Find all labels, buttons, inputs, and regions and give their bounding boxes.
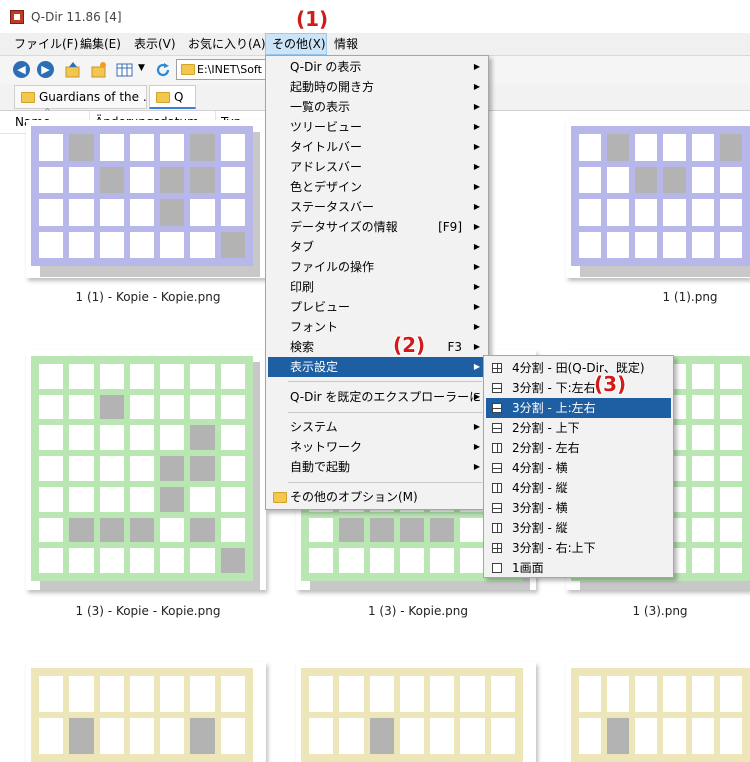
layout-option-2-vertical[interactable]: 2分割 - 左右 <box>486 438 671 458</box>
file-name[interactable]: 1 (1).png <box>570 290 750 304</box>
menu-item-other-options[interactable]: その他のオプション(M) <box>268 487 486 507</box>
file-thumbnail[interactable] <box>566 662 750 762</box>
address-text: E:\INET\Soft <box>197 63 262 76</box>
layout-option-3-top[interactable]: 3分割 - 上:左右 <box>486 398 671 418</box>
other-menu: Q-Dir の表示 ▶ 起動時の開き方 ▶ 一覧の表示 ▶ ツリービュー ▶ タイトルバ… <box>265 55 489 510</box>
menu-view[interactable]: 表示(V) <box>128 33 182 55</box>
menu-separator <box>288 381 482 382</box>
menu-separator <box>288 482 482 483</box>
layout-option-3-bottom[interactable]: 3分割 - 下:左右 <box>486 378 671 398</box>
menu-item-colors[interactable]: 色とデザイン ▶ <box>268 177 486 197</box>
file-name[interactable]: 1 (3) - Kopie - Kopie.png <box>28 604 268 618</box>
refresh-icon[interactable] <box>154 61 172 79</box>
menu-file[interactable]: ファイル(F) <box>8 33 84 55</box>
layout-option-4-grid[interactable]: 4分割 - 田(Q-Dir、既定) <box>486 358 671 378</box>
file-thumbnail[interactable] <box>26 662 266 762</box>
thumbnail-image <box>571 668 750 762</box>
thumbnail-image <box>301 668 523 762</box>
view-mode-icon[interactable] <box>116 61 134 79</box>
file-name[interactable]: 1 (3).png <box>570 604 750 618</box>
new-folder-icon[interactable] <box>90 61 108 79</box>
menu-item-qdir-view[interactable]: Q-Dir の表示 ▶ <box>268 57 486 77</box>
menu-item-system[interactable]: システム ▶ <box>268 417 486 437</box>
thumbnail-image <box>31 126 253 266</box>
menu-item-data-size[interactable]: データサイズの情報 [F9] ▶ <box>268 217 486 237</box>
layout-2-vertical-icon <box>492 443 502 453</box>
file-thumbnail[interactable] <box>26 350 266 590</box>
layout-3-bottom-icon <box>492 383 502 393</box>
menu-item-address-bar[interactable]: アドレスバー ▶ <box>268 157 486 177</box>
menu-item-tree-view[interactable]: ツリービュー ▶ <box>268 117 486 137</box>
menu-item-status-bar[interactable]: ステータスバー ▶ <box>268 197 486 217</box>
menu-item-file-ops[interactable]: ファイルの操作 ▶ <box>268 257 486 277</box>
layout-2-horizontal-icon <box>492 423 502 433</box>
annotation-step-2: (2) <box>393 333 426 357</box>
folder-icon <box>156 92 170 103</box>
folder-icon <box>21 92 35 103</box>
up-folder-icon[interactable] <box>64 61 82 79</box>
title-bar: Q-Dir 11.86 [4] <box>0 0 750 34</box>
view-dropdown-icon[interactable]: ▼ <box>138 63 145 73</box>
window-title: Q-Dir 11.86 [4] <box>31 10 122 24</box>
file-thumbnail[interactable] <box>26 120 266 278</box>
annotation-step-1: (1) <box>296 7 329 31</box>
menu-other[interactable]: その他(X) <box>265 33 327 55</box>
menu-item-network[interactable]: ネットワーク ▶ <box>268 437 486 457</box>
menu-item-startup[interactable]: 起動時の開き方 ▶ <box>268 77 486 97</box>
file-name[interactable]: 1 (1) - Kopie - Kopie.png <box>28 290 268 304</box>
folder-icon <box>181 64 195 75</box>
tab-q[interactable]: Q <box>149 85 196 109</box>
single-pane-icon <box>492 563 502 573</box>
sort-arrow-icon: ^ <box>44 107 51 116</box>
tab-guardians[interactable]: Guardians of the ... <box>14 85 147 109</box>
menu-item-font[interactable]: フォント ▶ <box>268 317 486 337</box>
menu-bar: ファイル(F) 編集(E) 表示(V) お気に入り(A) その他(X) 情報 <box>0 33 750 56</box>
layout-option-4-rows[interactable]: 4分割 - 横 <box>486 458 671 478</box>
menu-info[interactable]: 情報 <box>328 33 364 55</box>
grid-4-icon <box>492 363 502 373</box>
app-icon <box>10 10 24 24</box>
layout-option-2-horizontal[interactable]: 2分割 - 上下 <box>486 418 671 438</box>
layout-3-columns-icon <box>492 523 502 533</box>
layout-3-top-icon <box>492 403 502 413</box>
menu-item-default-explorer[interactable]: Q-Dir を既定のエクスプローラーに ▶ <box>268 387 486 407</box>
menu-item-tabs[interactable]: タブ ▶ <box>268 237 486 257</box>
display-settings-submenu: 4分割 - 田(Q-Dir、既定) 3分割 - 下:左右 3分割 - 上:左右 … <box>483 355 674 578</box>
layout-3-right-icon <box>492 543 502 553</box>
menu-separator <box>288 412 482 413</box>
tab-label: Guardians of the ... <box>39 90 147 104</box>
menu-item-print[interactable]: 印刷 ▶ <box>268 277 486 297</box>
thumbnail-image <box>31 668 253 762</box>
layout-option-4-columns[interactable]: 4分割 - 縦 <box>486 478 671 498</box>
layout-4-columns-icon <box>492 483 502 493</box>
layout-option-3-right[interactable]: 3分割 - 右:上下 <box>486 538 671 558</box>
menu-item-list-view[interactable]: 一覧の表示 ▶ <box>268 97 486 117</box>
menu-item-autostart[interactable]: 自動で起動 ▶ <box>268 457 486 477</box>
layout-4-rows-icon <box>492 463 502 473</box>
file-thumbnail[interactable] <box>566 120 750 278</box>
menu-edit[interactable]: 編集(E) <box>74 33 127 55</box>
forward-button[interactable]: ▶ <box>37 61 54 78</box>
menu-item-preview[interactable]: プレビュー ▶ <box>268 297 486 317</box>
layout-option-3-columns[interactable]: 3分割 - 縦 <box>486 518 671 538</box>
menu-item-search[interactable]: 検索 F3 ▶ <box>268 337 486 357</box>
menu-item-display-settings[interactable]: 表示設定 ▶ <box>268 357 486 377</box>
file-thumbnail[interactable] <box>296 662 536 762</box>
layout-option-3-rows[interactable]: 3分割 - 横 <box>486 498 671 518</box>
file-name[interactable]: 1 (3) - Kopie.png <box>298 604 538 618</box>
layout-3-rows-icon <box>492 503 502 513</box>
menu-favorites[interactable]: お気に入り(A) <box>182 33 272 55</box>
back-button[interactable]: ◀ <box>13 61 30 78</box>
folder-icon <box>273 492 287 503</box>
annotation-step-3: (3) <box>594 372 627 396</box>
layout-option-single[interactable]: 1画面 <box>486 558 671 578</box>
tab-label: Q <box>174 90 184 104</box>
menu-item-title-bar[interactable]: タイトルバー ▶ <box>268 137 486 157</box>
thumbnail-image <box>571 126 750 266</box>
thumbnail-image <box>31 356 253 581</box>
